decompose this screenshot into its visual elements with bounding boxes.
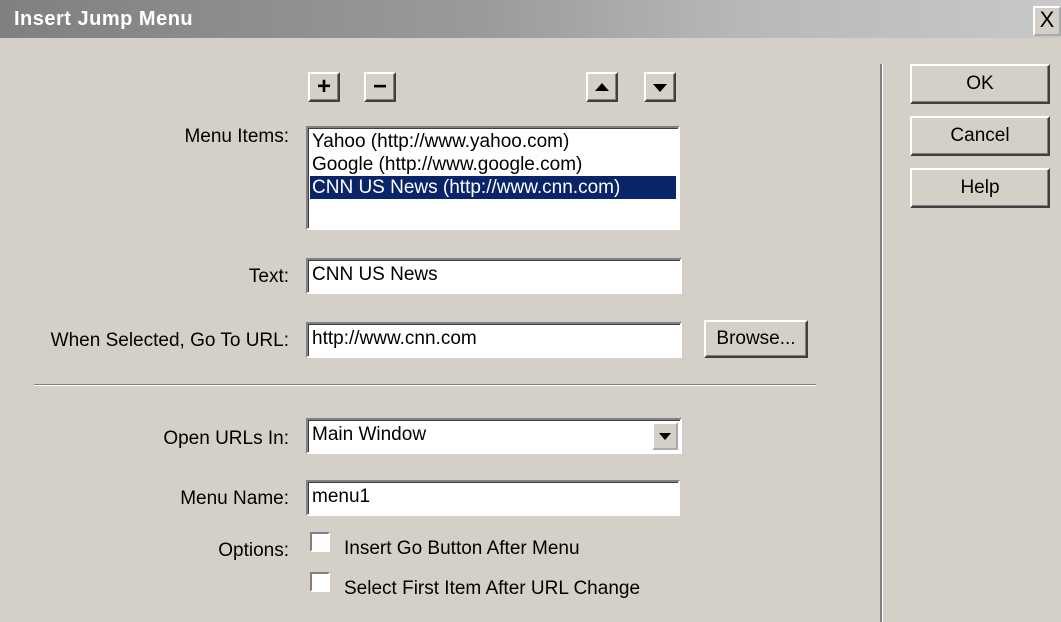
minus-icon: −: [372, 73, 387, 100]
select-first-item-checkbox[interactable]: [310, 572, 330, 592]
select-first-item-label: Select First Item After URL Change: [344, 578, 641, 599]
arrow-up-icon: [595, 83, 609, 91]
cancel-button[interactable]: Cancel: [910, 116, 1050, 156]
url-input[interactable]: http://www.cnn.com: [306, 322, 682, 358]
dropdown-button[interactable]: [652, 422, 678, 450]
window-title: Insert Jump Menu: [14, 8, 194, 30]
close-button[interactable]: X: [1033, 6, 1061, 36]
insert-go-button-label: Insert Go Button After Menu: [344, 538, 580, 559]
menu-name-input[interactable]: menu1: [306, 480, 680, 516]
menu-items-list[interactable]: Yahoo (http://www.yahoo.com) Google (htt…: [306, 126, 680, 230]
list-item[interactable]: Google (http://www.google.com): [310, 153, 676, 176]
list-item-selected[interactable]: CNN US News (http://www.cnn.com): [310, 176, 676, 199]
move-down-button[interactable]: [644, 72, 676, 102]
remove-item-button[interactable]: −: [364, 72, 396, 102]
browse-button[interactable]: Browse...: [704, 320, 808, 358]
arrow-down-icon: [653, 84, 667, 92]
chevron-down-icon: [659, 433, 671, 440]
vertical-divider: [880, 64, 883, 622]
text-label: Text:: [248, 266, 289, 287]
menu-name-label: Menu Name:: [180, 488, 289, 509]
help-button[interactable]: Help: [910, 168, 1050, 208]
text-input[interactable]: CNN US News: [306, 258, 682, 294]
ok-button[interactable]: OK: [910, 64, 1050, 104]
options-label: Options:: [218, 540, 289, 561]
horizontal-divider: [34, 384, 816, 386]
open-urls-value: Main Window: [312, 424, 427, 445]
list-item[interactable]: Yahoo (http://www.yahoo.com): [310, 130, 676, 153]
title-bar: Insert Jump Menu X: [0, 0, 1061, 38]
menu-items-label: Menu Items:: [184, 126, 289, 147]
add-item-button[interactable]: +: [308, 72, 340, 102]
open-urls-label: Open URLs In:: [163, 428, 289, 449]
plus-icon: +: [316, 73, 331, 100]
move-up-button[interactable]: [586, 72, 618, 102]
url-label: When Selected, Go To URL:: [50, 330, 289, 351]
close-icon: X: [1039, 7, 1055, 32]
open-urls-select[interactable]: Main Window: [306, 418, 682, 454]
insert-go-button-checkbox[interactable]: [310, 532, 330, 552]
